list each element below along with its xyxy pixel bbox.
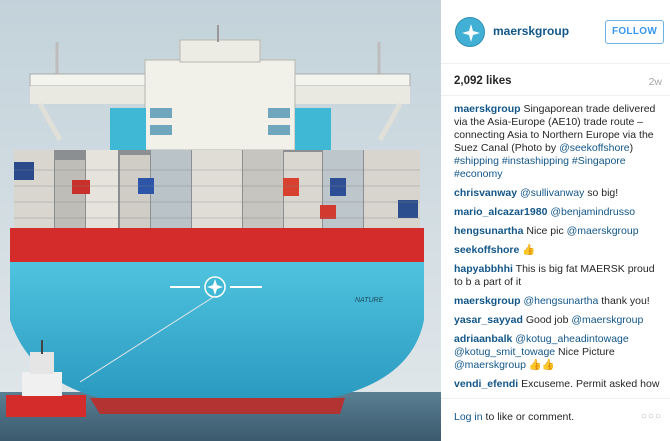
comment-mention[interactable]: @sullivanway xyxy=(520,187,584,199)
comment-user[interactable]: hengsunartha xyxy=(454,225,523,237)
login-prompt: Log in to like or comment. xyxy=(454,411,574,423)
caption-text-2: ) xyxy=(629,142,634,154)
hull-red-band xyxy=(10,228,424,262)
comment-user[interactable]: mario_alcazar1980 xyxy=(454,206,547,218)
post-photo[interactable]: NATURE xyxy=(0,0,441,441)
caption-mention[interactable]: @seekoffshore xyxy=(559,142,630,154)
comment-user[interactable]: yasar_sayyad xyxy=(454,314,523,326)
likes-count[interactable]: 2,092 likes xyxy=(454,75,512,87)
comment-mention[interactable]: @maerskgroup xyxy=(567,225,639,237)
comment-user[interactable]: vendi_efendi xyxy=(454,378,518,390)
list-item: maerskgroup @hengsunartha thank you! xyxy=(454,295,660,308)
post-header: maerskgroup FOLLOW xyxy=(441,0,670,64)
list-item: vendi_efendi Excuseme. Permit asked how … xyxy=(454,378,660,390)
username-link[interactable]: maerskgroup xyxy=(493,24,569,38)
comment-mention[interactable]: @maerskgroup xyxy=(571,314,643,326)
list-item: adriaanbalk @kotug_aheadintowage @kotug_… xyxy=(454,333,660,372)
caption-user[interactable]: maerskgroup xyxy=(454,103,521,115)
comment-user[interactable]: hapyabbhhi xyxy=(454,263,513,275)
comment-list: maerskgroup Singaporean trade delivered … xyxy=(454,103,660,390)
list-item: hapyabbhhi This is big fat MAERSK proud … xyxy=(454,263,660,289)
avatar[interactable] xyxy=(455,17,485,47)
list-item: mario_alcazar1980 @benjamindrusso xyxy=(454,206,660,219)
ship-photo-svg: NATURE xyxy=(0,0,441,441)
comment-text: 👍👍 xyxy=(525,359,556,371)
comment-user[interactable]: chrisvanway xyxy=(454,187,517,199)
post-stats: 2,092 likes 2w xyxy=(441,64,670,96)
comment-text: 👍 xyxy=(522,244,536,256)
comment-text: Nice pic xyxy=(526,225,567,237)
container-stacks xyxy=(14,150,420,230)
comment-text: Nice Picture xyxy=(555,346,615,358)
comment-mention[interactable]: @maerskgroup xyxy=(454,359,526,371)
hull-star xyxy=(204,276,226,298)
post-sidebar: maerskgroup FOLLOW 2,092 likes 2w maersk… xyxy=(441,0,670,441)
post-age[interactable]: 2w xyxy=(649,76,662,88)
post-footer: Log in to like or comment. ○○○ xyxy=(441,398,670,441)
comment-text: Good job xyxy=(525,314,572,326)
maersk-star-icon xyxy=(462,24,480,42)
comment-user[interactable]: adriaanbalk xyxy=(454,333,512,345)
hull-name-text: NATURE xyxy=(355,297,384,304)
comment-text: so big! xyxy=(584,187,619,199)
list-item: yasar_sayyad Good job @maerskgroup xyxy=(454,314,660,327)
comment-mention[interactable]: @benjamindrusso xyxy=(550,206,635,218)
follow-button[interactable]: FOLLOW xyxy=(605,20,664,44)
comment-text: thank you! xyxy=(598,295,650,307)
comment-mention[interactable]: @hengsunartha xyxy=(523,295,598,307)
more-options-icon[interactable]: ○○○ xyxy=(641,411,662,422)
caption-hashtags[interactable]: #shipping #instashipping #Singapore #eco… xyxy=(454,155,626,180)
list-item: chrisvanway @sullivanway so big! xyxy=(454,187,660,200)
login-text: to like or comment. xyxy=(482,411,575,423)
comment-user[interactable]: maerskgroup xyxy=(454,295,521,307)
list-item: seekoffshore 👍 xyxy=(454,244,660,257)
list-item: hengsunartha Nice pic @maerskgroup xyxy=(454,225,660,238)
comment-user[interactable]: seekoffshore xyxy=(454,244,519,256)
caption: maerskgroup Singaporean trade delivered … xyxy=(454,103,660,181)
login-link[interactable]: Log in xyxy=(454,411,483,423)
